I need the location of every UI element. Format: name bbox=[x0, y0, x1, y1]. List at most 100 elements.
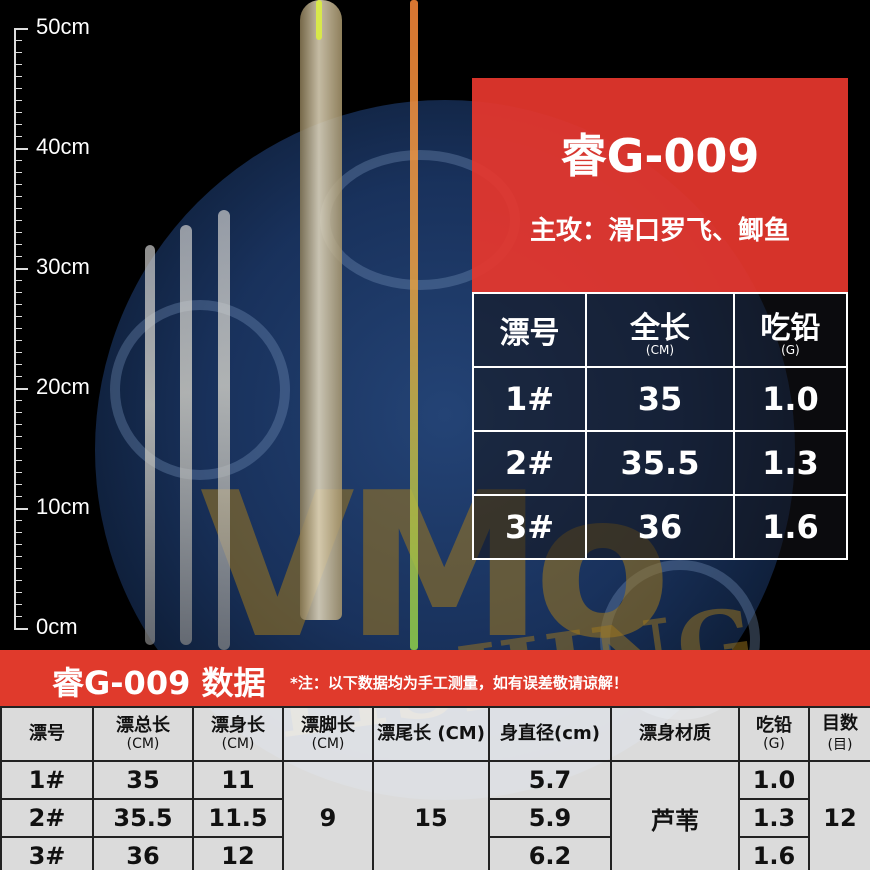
ruler-tick bbox=[14, 232, 22, 233]
ruler-tick bbox=[14, 472, 22, 473]
ruler-tick bbox=[14, 40, 22, 41]
ruler-tick bbox=[14, 628, 28, 630]
data-cell-diameter: 6.2 bbox=[488, 836, 612, 870]
data-cell-diameter: 5.9 bbox=[488, 798, 612, 838]
ruler-tick bbox=[14, 64, 22, 65]
spec-header: 全长 (CM) bbox=[585, 292, 735, 368]
data-header: 吃铅 (G) bbox=[738, 706, 810, 762]
spec-cell: 35.5 bbox=[585, 430, 735, 496]
ruler-tick bbox=[14, 436, 22, 437]
data-header: 漂身长 (CM) bbox=[192, 706, 284, 762]
ruler-tick bbox=[14, 244, 22, 245]
ruler-tick bbox=[14, 340, 22, 341]
ruler-tick bbox=[14, 196, 22, 197]
ruler-label: 40cm bbox=[36, 134, 90, 159]
target-fish: 主攻：滑口罗飞、鲫鱼 bbox=[529, 216, 790, 246]
spec-cell: 1.6 bbox=[732, 494, 849, 560]
data-header: 漂号 bbox=[0, 706, 94, 762]
data-header: 目数 (目) bbox=[808, 706, 870, 762]
data-header-row: 漂号 漂总长 (CM) 漂身长 (CM) 漂脚长 (CM) 漂尾长 (CM) 身直径(… bbox=[0, 706, 870, 762]
data-cell-tail: 15 bbox=[372, 760, 490, 870]
spec-cell: 1.3 bbox=[732, 430, 849, 496]
data-cell-body: 11 bbox=[192, 760, 284, 800]
ruler-tick bbox=[14, 400, 22, 401]
spec-header: 吃铅 (G) bbox=[732, 292, 849, 368]
data-band: 睿G-009 数据 *注：以下数据均为手工测量，如有误差敬请谅解！ bbox=[0, 650, 870, 706]
ruler-tick bbox=[14, 520, 22, 521]
ruler-tick bbox=[14, 124, 22, 125]
ruler-tick bbox=[14, 292, 22, 293]
data-cell-lead: 1.6 bbox=[738, 836, 810, 870]
spec-cell: 36 bbox=[585, 494, 735, 560]
ruler-tick bbox=[14, 172, 22, 173]
data-cell-foot: 9 bbox=[282, 760, 374, 870]
fishing-float-small bbox=[218, 210, 230, 650]
band-note: *注：以下数据均为手工测量，如有误差敬请谅解！ bbox=[290, 674, 628, 692]
ruler-tick bbox=[14, 112, 22, 113]
ruler-tick bbox=[14, 388, 28, 390]
ruler-tick bbox=[14, 508, 28, 510]
data-table: 漂号 漂总长 (CM) 漂身长 (CM) 漂脚长 (CM) 漂尾长 (CM) 身直径(… bbox=[0, 706, 870, 870]
ruler-tick bbox=[14, 580, 22, 581]
ruler-tick bbox=[14, 532, 22, 533]
data-header: 漂脚长 (CM) bbox=[282, 706, 374, 762]
ruler-tick bbox=[14, 556, 22, 557]
data-cell-diameter: 5.7 bbox=[488, 760, 612, 800]
ruler-tick bbox=[14, 352, 22, 353]
spec-cell: 35 bbox=[585, 366, 735, 432]
ruler-tick bbox=[14, 616, 22, 617]
ruler-tick bbox=[14, 316, 22, 317]
data-cell-material: 芦苇 bbox=[610, 760, 740, 870]
ruler-tick bbox=[14, 220, 22, 221]
data-cell-body: 12 bbox=[192, 836, 284, 870]
fishing-float-small bbox=[145, 245, 155, 645]
ruler-label: 10cm bbox=[36, 494, 90, 519]
ruler-tick bbox=[14, 604, 22, 605]
data-header: 漂身材质 bbox=[610, 706, 740, 762]
ruler-tick bbox=[14, 280, 22, 281]
data-cell-total: 35.5 bbox=[92, 798, 194, 838]
ruler-tick bbox=[14, 328, 22, 329]
ruler-tick bbox=[14, 484, 22, 485]
data-cell-no: 1# bbox=[0, 760, 94, 800]
ruler-tick bbox=[14, 304, 22, 305]
ruler-label: 0cm bbox=[36, 614, 78, 639]
ruler-label: 30cm bbox=[36, 254, 90, 279]
data-cell-mesh: 12 bbox=[808, 760, 870, 870]
fishing-float-orange bbox=[410, 0, 418, 650]
ruler-tick bbox=[14, 136, 22, 137]
ruler-tick bbox=[14, 52, 22, 53]
ruler-tick bbox=[14, 208, 22, 209]
spec-cell: 1# bbox=[471, 366, 588, 432]
ruler-tick bbox=[14, 184, 22, 185]
product-image: VMo FISHING 50cm 40cm 30cm 20cm 10cm 0cm… bbox=[0, 0, 870, 870]
data-cell-lead: 1.0 bbox=[738, 760, 810, 800]
ruler-tick bbox=[14, 268, 28, 270]
ruler-label: 50cm bbox=[36, 14, 90, 39]
spec-header: 漂号 bbox=[471, 292, 588, 368]
fishing-float-tip bbox=[316, 0, 322, 40]
data-cell-total: 35 bbox=[92, 760, 194, 800]
ruler-tick bbox=[14, 412, 22, 413]
spec-cell: 1.0 bbox=[732, 366, 849, 432]
ruler-tick bbox=[14, 28, 28, 30]
spec-cell: 3# bbox=[471, 494, 588, 560]
fishing-float-small bbox=[180, 225, 192, 645]
ruler-tick bbox=[14, 364, 22, 365]
data-cell-body: 11.5 bbox=[192, 798, 284, 838]
data-header: 身直径(cm) bbox=[488, 706, 612, 762]
spec-row: 2# 35.5 1.3 bbox=[471, 430, 849, 496]
data-cell-lead: 1.3 bbox=[738, 798, 810, 838]
spec-table: 漂号 全长 (CM) 吃铅 (G) 1# 35 1.0 2# 35.5 1.3 3#… bbox=[471, 292, 849, 560]
fishing-float-large bbox=[300, 0, 342, 620]
ruler-tick bbox=[14, 148, 28, 150]
data-cell-no: 2# bbox=[0, 798, 94, 838]
data-header: 漂总长 (CM) bbox=[92, 706, 194, 762]
spec-row: 1# 35 1.0 bbox=[471, 366, 849, 432]
product-title-box: 睿G-009 主攻：滑口罗飞、鲫鱼 bbox=[472, 78, 848, 292]
ruler-tick bbox=[14, 496, 22, 497]
data-header: 漂尾长 (CM) bbox=[372, 706, 490, 762]
ruler-tick bbox=[14, 256, 22, 257]
spec-row: 3# 36 1.6 bbox=[471, 494, 849, 560]
ruler-tick bbox=[14, 424, 22, 425]
